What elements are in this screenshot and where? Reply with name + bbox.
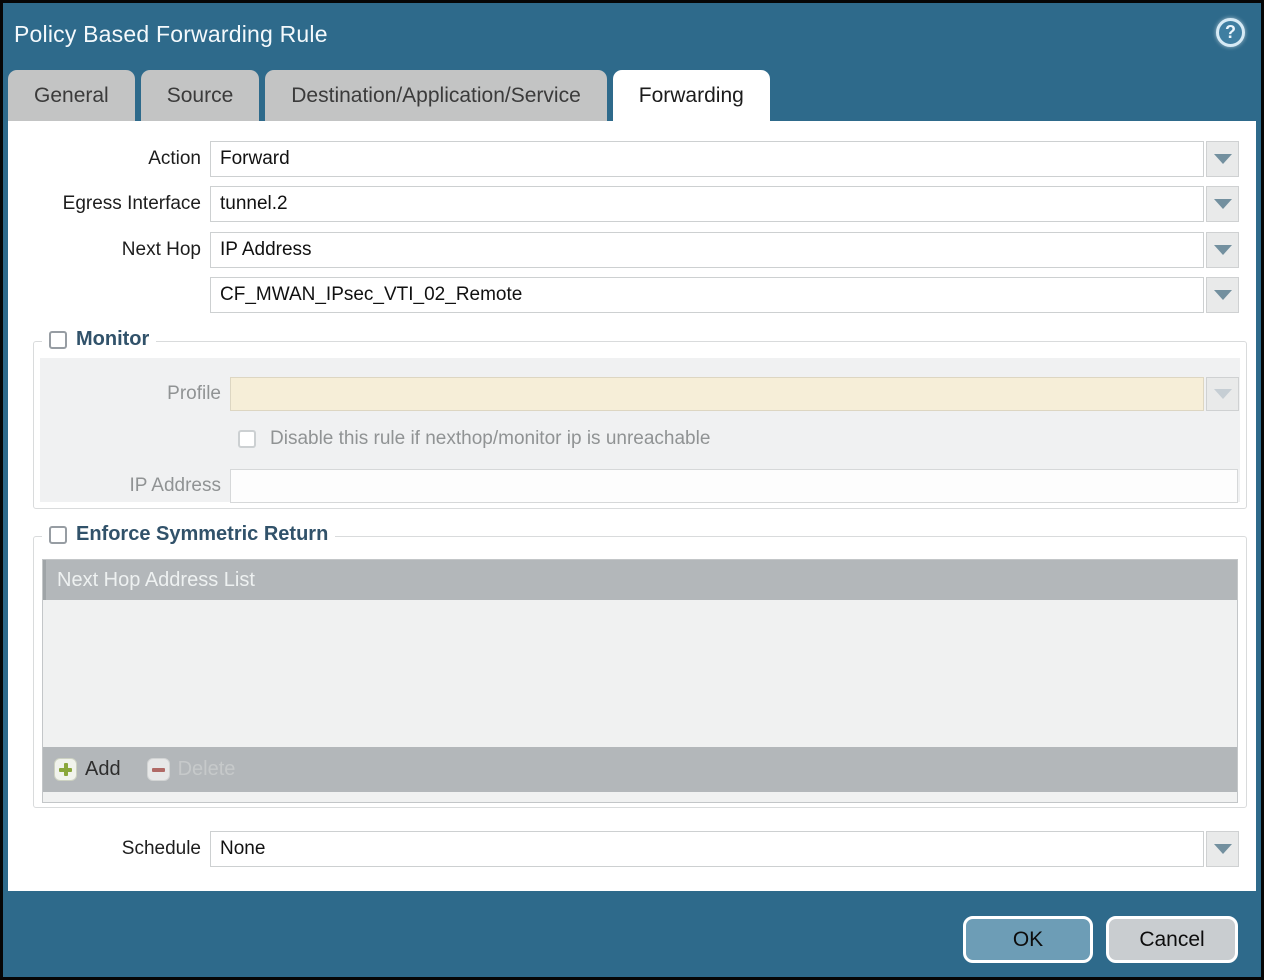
add-button[interactable]: Add xyxy=(54,758,121,781)
forwarding-tab-panel: Action Forward Egress Interface tunnel.2… xyxy=(8,121,1256,891)
symmetric-return-checkbox[interactable] xyxy=(49,526,67,544)
monitor-legend-label: Monitor xyxy=(76,328,149,351)
chevron-down-icon xyxy=(1214,290,1232,300)
next-hop-address-select[interactable]: CF_MWAN_IPsec_VTI_02_Remote xyxy=(210,277,1204,313)
action-select[interactable]: Forward xyxy=(210,141,1204,177)
egress-interface-select[interactable]: tunnel.2 xyxy=(210,186,1204,222)
monitor-section: Monitor Profile Disable this rule if nex… xyxy=(33,341,1247,509)
disable-rule-row: Disable this rule if nexthop/monitor ip … xyxy=(238,426,1138,452)
disable-rule-label: Disable this rule if nexthop/monitor ip … xyxy=(270,428,710,450)
ok-button[interactable]: OK xyxy=(963,916,1093,963)
next-hop-address-dropdown-button[interactable] xyxy=(1206,277,1239,313)
tab-bar: General Source Destination/Application/S… xyxy=(8,70,770,121)
action-label: Action xyxy=(8,148,210,170)
next-hop-address-table: Next Hop Address List Add Delete xyxy=(42,559,1238,803)
pbf-rule-dialog: Policy Based Forwarding Rule ? General S… xyxy=(0,0,1264,980)
page-title: Policy Based Forwarding Rule xyxy=(14,21,328,48)
schedule-dropdown-button[interactable] xyxy=(1206,831,1239,867)
egress-interface-label: Egress Interface xyxy=(8,193,210,215)
profile-row: Profile xyxy=(40,376,1242,412)
profile-dropdown-button xyxy=(1206,377,1239,411)
delete-button: Delete xyxy=(147,758,236,781)
chevron-down-icon xyxy=(1214,844,1232,854)
monitor-checkbox[interactable] xyxy=(49,331,67,349)
help-icon[interactable]: ? xyxy=(1216,18,1245,47)
add-button-label: Add xyxy=(85,758,121,781)
plus-icon xyxy=(54,758,77,781)
minus-icon xyxy=(147,758,170,781)
tab-forwarding[interactable]: Forwarding xyxy=(613,70,770,121)
ip-address-input xyxy=(230,469,1238,503)
symmetric-return-legend-label: Enforce Symmetric Return xyxy=(76,523,328,546)
monitor-legend: Monitor xyxy=(42,328,156,351)
egress-interface-dropdown-button[interactable] xyxy=(1206,186,1239,222)
schedule-select[interactable]: None xyxy=(210,831,1204,867)
tab-source[interactable]: Source xyxy=(141,70,260,121)
table-bottom-strip xyxy=(43,792,1237,802)
next-hop-address-list-body[interactable] xyxy=(43,600,1237,747)
action-dropdown-button[interactable] xyxy=(1206,141,1239,177)
action-row: Action Forward xyxy=(8,141,1248,177)
tab-destination-application-service[interactable]: Destination/Application/Service xyxy=(265,70,607,121)
chevron-down-icon xyxy=(1214,245,1232,255)
ip-address-label: IP Address xyxy=(40,475,230,497)
delete-button-label: Delete xyxy=(178,758,236,781)
next-hop-label: Next Hop xyxy=(8,239,210,261)
next-hop-address-list-header[interactable]: Next Hop Address List xyxy=(43,560,1237,600)
chevron-down-icon xyxy=(1214,389,1232,399)
table-toolbar: Add Delete xyxy=(43,747,1237,792)
next-hop-dropdown-button[interactable] xyxy=(1206,232,1239,268)
profile-label: Profile xyxy=(40,383,230,405)
next-hop-select[interactable]: IP Address xyxy=(210,232,1204,268)
symmetric-return-legend: Enforce Symmetric Return xyxy=(42,523,335,546)
tab-general[interactable]: General xyxy=(8,70,135,121)
egress-interface-row: Egress Interface tunnel.2 xyxy=(8,186,1248,222)
monitor-panel: Profile Disable this rule if nexthop/mon… xyxy=(40,358,1240,502)
chevron-down-icon xyxy=(1214,199,1232,209)
schedule-label: Schedule xyxy=(8,838,210,860)
chevron-down-icon xyxy=(1214,154,1232,164)
symmetric-return-section: Enforce Symmetric Return Next Hop Addres… xyxy=(33,536,1247,808)
schedule-row: Schedule None xyxy=(8,831,1248,867)
profile-select xyxy=(230,377,1204,411)
next-hop-row: Next Hop IP Address xyxy=(8,232,1248,268)
cancel-button[interactable]: Cancel xyxy=(1106,916,1238,963)
disable-rule-checkbox xyxy=(238,430,256,448)
ip-address-row: IP Address xyxy=(40,468,1264,504)
next-hop-address-row: CF_MWAN_IPsec_VTI_02_Remote xyxy=(8,277,1248,313)
